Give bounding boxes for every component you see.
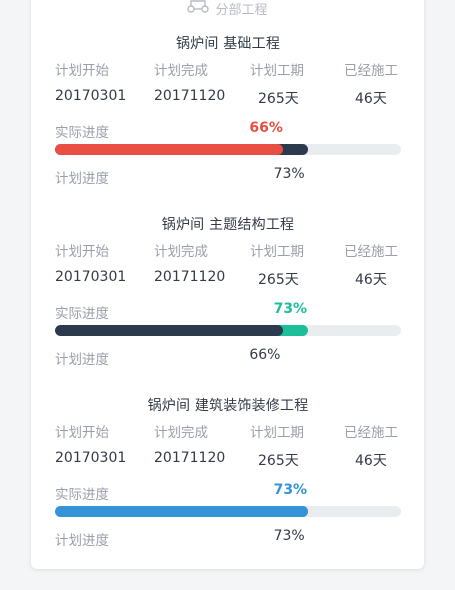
elapsed-label: 已经施工: [344, 244, 398, 260]
plan-finish-label: 计划完成: [154, 63, 208, 79]
planned-progress-label: 计划进度: [55, 352, 109, 368]
actual-progress-label: 实际进度: [55, 306, 109, 322]
planned-progress-value: 73%: [273, 166, 305, 182]
project-section-foundation: 锅炉间 基础工程 计划开始 计划完成 计划工期 已经施工 20170301 20…: [55, 33, 401, 203]
plan-start-value: 20170301: [55, 88, 127, 104]
planned-progress-label: 计划进度: [55, 171, 109, 187]
plan-start-label: 计划开始: [55, 244, 109, 260]
plan-duration-label: 计划工期: [250, 63, 304, 79]
planned-progress-value: 66%: [249, 347, 281, 363]
plan-start-value: 20170301: [55, 269, 127, 285]
actual-progress-value: 73%: [273, 482, 308, 498]
actual-progress-value: 66%: [249, 120, 283, 136]
project-section-decoration: 锅炉间 建筑装饰装修工程 计划开始 计划完成 计划工期 已经施工 2017030…: [55, 395, 401, 565]
plan-duration-value: 265天: [258, 453, 299, 469]
plan-start-label: 计划开始: [55, 425, 109, 441]
plan-finish-value: 20171120: [154, 88, 226, 104]
actual-progress-fill: [55, 506, 308, 517]
plan-finish-value: 20171120: [154, 450, 226, 466]
plan-finish-value: 20171120: [154, 269, 226, 285]
planned-progress-label: 计划进度: [55, 533, 109, 549]
planned-progress-value: 73%: [273, 528, 305, 544]
progress-bar: [55, 506, 401, 517]
progress-bar: [55, 325, 401, 336]
progress-bar: [55, 144, 401, 155]
progress-card: 分部工程 锅炉间 基础工程 计划开始 计划完成 计划工期 已经施工 201703…: [31, 0, 424, 569]
plan-duration-label: 计划工期: [250, 425, 304, 441]
section-title: 锅炉间 主题结构工程: [161, 217, 295, 233]
section-title: 锅炉间 建筑装饰装修工程: [147, 398, 309, 414]
plan-start-label: 计划开始: [55, 63, 109, 79]
elapsed-value: 46天: [355, 91, 387, 107]
plan-start-value: 20170301: [55, 450, 127, 466]
elapsed-label: 已经施工: [344, 63, 398, 79]
elapsed-label: 已经施工: [344, 425, 398, 441]
plan-duration-value: 265天: [258, 91, 299, 107]
plan-duration-value: 265天: [258, 272, 299, 288]
elapsed-value: 46天: [355, 453, 387, 469]
section-title: 锅炉间 基础工程: [175, 36, 281, 52]
plan-finish-label: 计划完成: [154, 425, 208, 441]
subproject-label: 分部工程: [215, 2, 268, 18]
plan-finish-label: 计划完成: [154, 244, 208, 260]
actual-progress-label: 实际进度: [55, 125, 109, 141]
actual-progress-value: 73%: [273, 301, 308, 317]
plan-duration-label: 计划工期: [250, 244, 304, 260]
subproject-header: 分部工程: [31, 0, 424, 18]
actual-progress-label: 实际进度: [55, 487, 109, 503]
elapsed-value: 46天: [355, 272, 387, 288]
planned-progress-fill: [55, 325, 284, 336]
project-section-main-structure: 锅炉间 主题结构工程 计划开始 计划完成 计划工期 已经施工 20170301 …: [55, 214, 401, 384]
hierarchy-icon: [187, 0, 210, 18]
actual-progress-fill: [55, 144, 284, 155]
